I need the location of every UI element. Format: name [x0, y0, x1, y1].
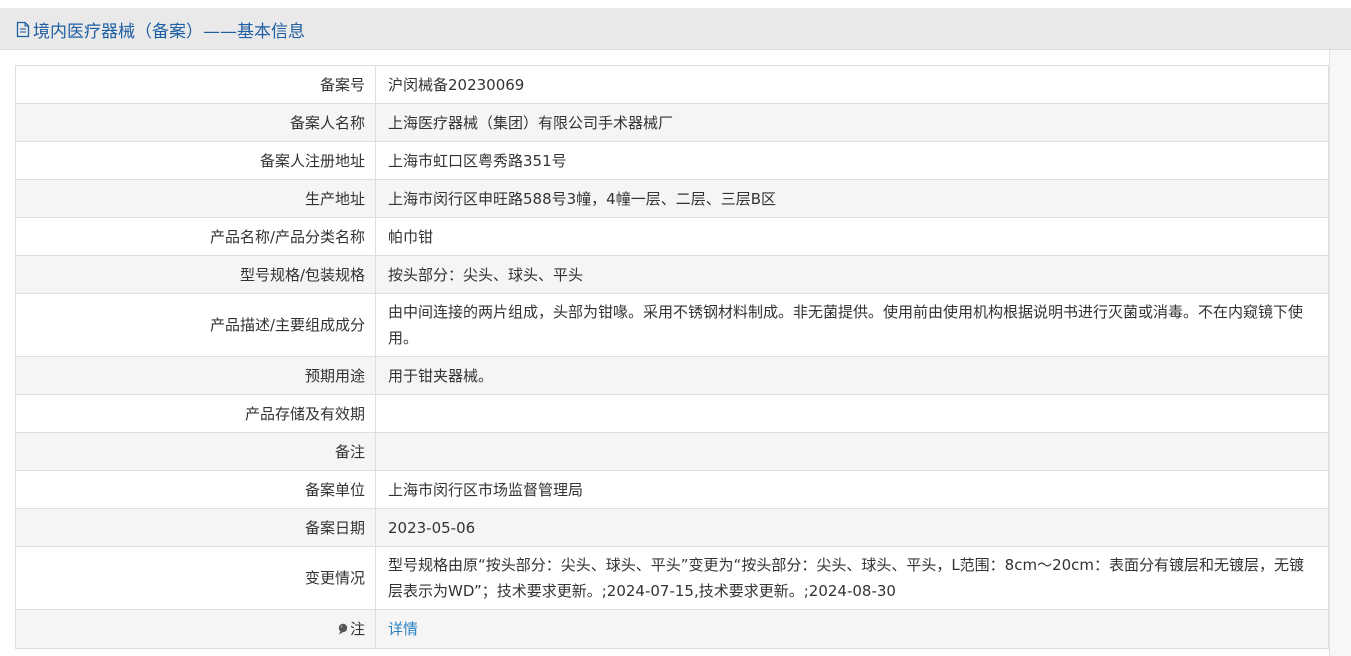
label-record-number: 备案号: [15, 65, 376, 104]
label-registrant-name: 备案人名称: [15, 103, 376, 142]
value-storage-validity: [375, 394, 1329, 433]
page-header: 境内医疗器械（备案）——基本信息: [0, 8, 1351, 50]
document-icon: [16, 21, 30, 38]
row-storage-validity: 产品存储及有效期: [15, 394, 1329, 433]
value-model-spec: 按头部分：尖头、球头、平头: [375, 255, 1329, 294]
value-registrant-name: 上海医疗器械（集团）有限公司手术器械厂: [375, 103, 1329, 142]
value-record-number: 沪闵械备20230069: [375, 65, 1329, 104]
row-record-number: 备案号 沪闵械备20230069: [15, 65, 1329, 104]
label-filing-date: 备案日期: [15, 508, 376, 547]
label-storage-validity: 产品存储及有效期: [15, 394, 376, 433]
row-change-history: 变更情况 型号规格由原“按头部分：尖头、球头、平头”变更为“按头部分：尖头、球头…: [15, 546, 1329, 610]
label-product-description: 产品描述/主要组成成分: [15, 293, 376, 357]
label-filing-unit: 备案单位: [15, 470, 376, 509]
label-registrant-address: 备案人注册地址: [15, 141, 376, 180]
row-product-description: 产品描述/主要组成成分 由中间连接的两片组成，头部为钳喙。采用不锈钢材料制成。非…: [15, 293, 1329, 357]
value-filing-date: 2023-05-06: [375, 508, 1329, 547]
value-note: 详情: [375, 609, 1329, 649]
value-remarks: [375, 432, 1329, 471]
row-intended-use: 预期用途 用于钳夹器械。: [15, 356, 1329, 395]
row-registrant-address: 备案人注册地址 上海市虹口区粤秀路351号: [15, 141, 1329, 180]
row-product-name: 产品名称/产品分类名称 帕巾钳: [15, 217, 1329, 256]
row-registrant-name: 备案人名称 上海医疗器械（集团）有限公司手术器械厂: [15, 103, 1329, 142]
value-product-name: 帕巾钳: [375, 217, 1329, 256]
value-production-address: 上海市闵行区申旺路588号3幢，4幢一层、二层、三层B区: [375, 179, 1329, 218]
value-product-description: 由中间连接的两片组成，头部为钳喙。采用不锈钢材料制成。非无菌提供。使用前由使用机…: [375, 293, 1329, 357]
label-intended-use: 预期用途: [15, 356, 376, 395]
pin-icon: [337, 617, 349, 635]
label-model-spec: 型号规格/包装规格: [15, 255, 376, 294]
row-note: 注 详情: [15, 609, 1329, 649]
label-note-text: 注: [349, 620, 365, 638]
details-link[interactable]: 详情: [388, 620, 418, 638]
page-title: 境内医疗器械（备案）——基本信息: [16, 17, 305, 42]
page-title-text: 境内医疗器械（备案）——基本信息: [33, 22, 305, 42]
label-change-history: 变更情况: [15, 546, 376, 610]
scroll-gutter: [1329, 50, 1351, 656]
label-remarks: 备注: [15, 432, 376, 471]
label-product-name: 产品名称/产品分类名称: [15, 217, 376, 256]
row-model-spec: 型号规格/包装规格 按头部分：尖头、球头、平头: [15, 255, 1329, 294]
label-production-address: 生产地址: [15, 179, 376, 218]
label-note: 注: [15, 609, 376, 649]
info-table-container: 备案号 沪闵械备20230069 备案人名称 上海医疗器械（集团）有限公司手术器…: [15, 65, 1329, 649]
row-remarks: 备注: [15, 432, 1329, 471]
value-filing-unit: 上海市闵行区市场监督管理局: [375, 470, 1329, 509]
row-production-address: 生产地址 上海市闵行区申旺路588号3幢，4幢一层、二层、三层B区: [15, 179, 1329, 218]
value-change-history: 型号规格由原“按头部分：尖头、球头、平头”变更为“按头部分：尖头、球头、平头，L…: [375, 546, 1329, 610]
value-intended-use: 用于钳夹器械。: [375, 356, 1329, 395]
row-filing-date: 备案日期 2023-05-06: [15, 508, 1329, 547]
info-table: 备案号 沪闵械备20230069 备案人名称 上海医疗器械（集团）有限公司手术器…: [15, 65, 1329, 649]
value-registrant-address: 上海市虹口区粤秀路351号: [375, 141, 1329, 180]
row-filing-unit: 备案单位 上海市闵行区市场监督管理局: [15, 470, 1329, 509]
